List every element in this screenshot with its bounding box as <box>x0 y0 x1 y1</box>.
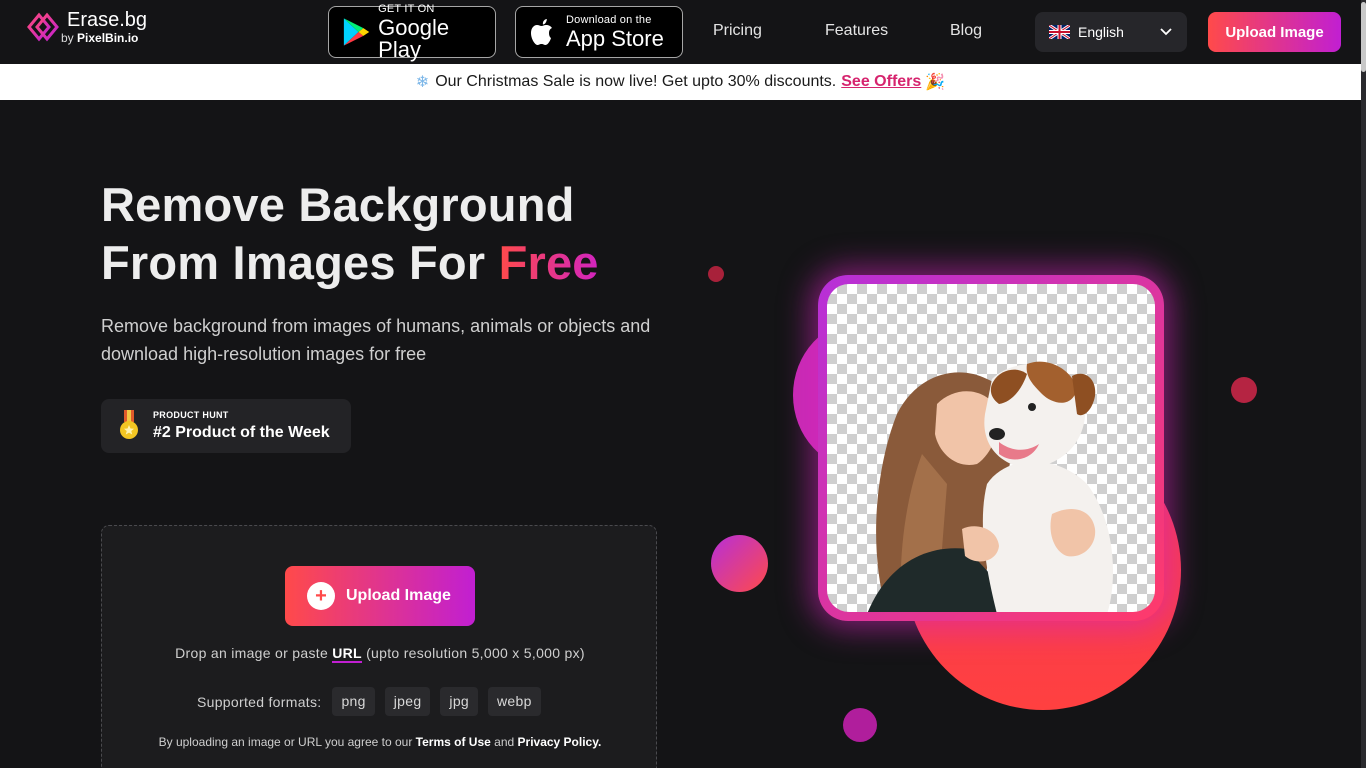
scrollbar-thumb[interactable] <box>1361 2 1366 72</box>
header-upload-button[interactable]: Upload Image <box>1208 12 1341 52</box>
title-highlight: Free <box>498 236 599 289</box>
page-title: Remove Background From Images For Free <box>101 176 599 292</box>
logo-title: Erase.bg <box>67 9 148 31</box>
nav-features[interactable]: Features <box>825 22 888 40</box>
title-line-2: From Images For <box>101 236 499 289</box>
formats-label: Supported formats: <box>197 693 322 710</box>
app-store-big: App Store <box>566 25 664 51</box>
banner-text: Our Christmas Sale is now live! Get upto… <box>435 73 837 90</box>
google-play-big: Google Play <box>378 14 450 62</box>
terms-notice: By uploading an image or URL you agree t… <box>102 735 658 749</box>
supported-formats: Supported formats: png jpeg jpg webp <box>197 687 551 716</box>
logo[interactable]: Erase.bg by PixelBin.io <box>25 10 147 44</box>
decor-dot <box>1231 377 1257 403</box>
language-label: English <box>1078 24 1124 40</box>
logo-byline: by PixelBin.io <box>61 32 147 44</box>
format-chip-jpg: jpg <box>440 687 478 716</box>
google-play-button[interactable]: GET IT ON Google Play <box>328 2 496 62</box>
terms-of-use-link[interactable]: Terms of Use <box>416 735 491 749</box>
badge-title: #2 Product of the Week <box>153 424 330 441</box>
snowflake-icon: ❄ <box>415 74 430 91</box>
drop-instructions: Drop an image or paste URL (upto resolut… <box>102 645 658 663</box>
uk-flag-icon <box>1049 25 1070 39</box>
title-line-1: Remove Background <box>101 178 575 231</box>
scrollbar[interactable] <box>1361 0 1366 768</box>
party-popper-icon: 🎉 <box>925 74 946 91</box>
privacy-policy-link[interactable]: Privacy Policy. <box>518 735 602 749</box>
sale-banner: ❄ Our Christmas Sale is now live! Get up… <box>0 64 1361 100</box>
sample-image-frame <box>818 275 1164 621</box>
hero-subtitle: Remove background from images of humans,… <box>101 316 651 364</box>
logo-brand: PixelBin.io <box>77 31 139 45</box>
terms-prefix: By uploading an image or URL you agree t… <box>158 735 416 749</box>
nav-blog[interactable]: Blog <box>950 22 982 40</box>
see-offers-link[interactable]: See Offers <box>841 73 921 91</box>
language-selector[interactable]: English <box>1035 12 1187 52</box>
decor-dot <box>843 708 877 742</box>
medal-icon <box>120 410 138 439</box>
paste-url-link[interactable]: URL <box>332 645 362 663</box>
format-chip-png: png <box>332 687 375 716</box>
woman-with-dog-image <box>867 361 1113 612</box>
google-play-small: GET IT ON <box>378 2 435 15</box>
drop-suffix: (upto resolution 5,000 x 5,000 px) <box>361 645 585 661</box>
plus-icon: + <box>307 582 335 610</box>
top-header: Erase.bg by PixelBin.io GET IT ON Google… <box>0 0 1361 64</box>
chevron-down-icon <box>1160 28 1172 36</box>
decor-dot <box>708 266 724 282</box>
erase-bg-logo-icon <box>27 12 59 42</box>
product-hunt-badge[interactable]: PRODUCT HUNT #2 Product of the Week <box>101 399 351 453</box>
terms-and: and <box>490 735 518 749</box>
decor-dot <box>711 535 768 592</box>
main-upload-button[interactable]: + Upload Image <box>285 566 475 626</box>
app-store-small: Download on the <box>566 13 652 26</box>
drop-prefix: Drop an image or paste <box>175 645 333 661</box>
main-upload-label: Upload Image <box>346 587 451 604</box>
app-store-button[interactable]: Download on the App Store <box>515 6 683 58</box>
format-chip-webp: webp <box>488 687 541 716</box>
nav-pricing[interactable]: Pricing <box>713 22 762 40</box>
logo-by: by <box>61 31 74 45</box>
badge-label: PRODUCT HUNT <box>153 410 229 420</box>
upload-dropzone[interactable]: + Upload Image Drop an image or paste UR… <box>101 525 657 768</box>
google-play-icon <box>343 18 370 46</box>
transparent-background <box>827 284 1155 612</box>
apple-icon <box>531 19 552 45</box>
format-chip-jpeg: jpeg <box>384 687 431 716</box>
